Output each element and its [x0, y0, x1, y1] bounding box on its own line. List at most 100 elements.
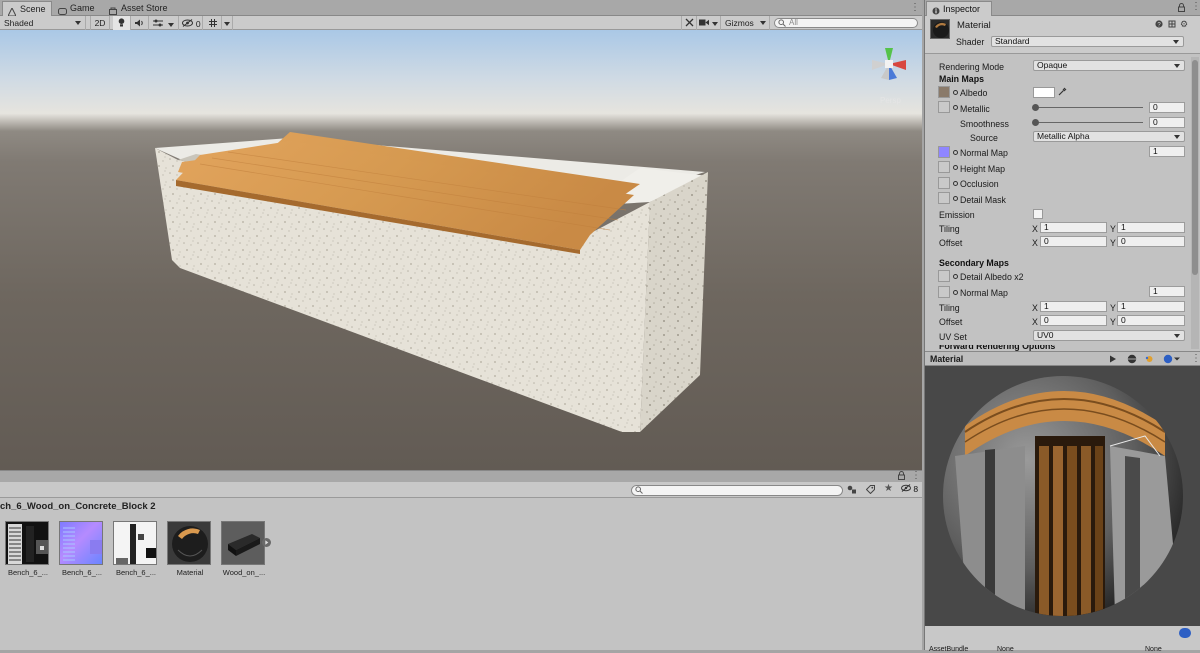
asset-bundle-footer: AssetBundle None None	[925, 626, 1200, 653]
secondary-normal-map-scale-field[interactable]: 1	[1149, 286, 1185, 297]
object-picker-icon[interactable]	[953, 90, 958, 95]
camera-dropdown[interactable]	[697, 16, 721, 30]
tiling-x-field[interactable]: 1	[1040, 222, 1107, 233]
normal-map-texture-slot[interactable]	[938, 146, 950, 158]
expand-prefab-button[interactable]	[262, 538, 271, 547]
secondary-tiling-y-field[interactable]: 1	[1117, 301, 1185, 312]
preview-mesh-dropdown[interactable]	[1163, 354, 1181, 366]
metallic-slider-track[interactable]	[1035, 107, 1143, 108]
asset-item[interactable]: Bench_6_...	[5, 521, 51, 577]
lock-icon[interactable]	[898, 471, 905, 482]
detail-albedo-texture-slot[interactable]	[938, 270, 950, 282]
albedo-texture-slot[interactable]	[938, 86, 950, 98]
tab-scene[interactable]: Scene	[2, 1, 52, 17]
chevron-down-icon	[1174, 64, 1180, 68]
source-dropdown[interactable]: Metallic Alpha	[1033, 131, 1185, 142]
gear-icon[interactable]: ⚙	[1180, 19, 1188, 30]
asset-item[interactable]: Bench_6_...	[113, 521, 159, 577]
offset-y-field[interactable]: 0	[1117, 236, 1185, 247]
uv-set-dropdown[interactable]: UV0	[1033, 330, 1185, 341]
metallic-slider-knob[interactable]	[1032, 104, 1039, 111]
preview-sphere-icon[interactable]	[1127, 354, 1137, 366]
offset-x-label: X	[1032, 238, 1038, 248]
effects-dropdown[interactable]	[149, 16, 179, 30]
scene-search-input[interactable]: All	[774, 18, 918, 28]
eyedropper-icon[interactable]	[1058, 87, 1067, 98]
secondary-offset-x-field[interactable]: 0	[1040, 315, 1107, 326]
toggle-2d-button[interactable]: 2D	[90, 16, 110, 30]
preset-icon[interactable]	[1168, 20, 1176, 30]
tab-game[interactable]: Game	[53, 1, 101, 16]
draw-mode-dropdown[interactable]: Shaded	[0, 16, 86, 30]
scene-orientation-gizmo[interactable]: Persp	[864, 42, 914, 105]
breadcrumb[interactable]: ch_6_Wood_on_Concrete_Block 2	[0, 498, 922, 516]
tiling-y-field[interactable]: 1	[1117, 222, 1185, 233]
occlusion-texture-slot[interactable]	[938, 177, 950, 189]
material-thumbnail	[167, 521, 211, 565]
menu-dots-icon[interactable]: ⋮	[1191, 353, 1200, 364]
audio-toggle-button[interactable]	[131, 16, 149, 30]
emission-checkbox[interactable]	[1033, 209, 1043, 219]
grid-options-dropdown[interactable]	[222, 16, 233, 30]
object-name: Material	[957, 20, 991, 31]
asset-label: Wood_on_...	[222, 568, 266, 577]
secondary-normal-map-label: Normal Map	[960, 288, 1008, 298]
preview-collapse-icon[interactable]	[1179, 628, 1191, 638]
offset-x-field[interactable]: 0	[1040, 236, 1107, 247]
metallic-value-field[interactable]: 0	[1149, 102, 1185, 113]
filter-by-type-icon[interactable]	[847, 485, 857, 496]
tab-inspector[interactable]: Inspector	[926, 1, 992, 16]
secondary-normal-map-slot[interactable]	[938, 286, 950, 298]
detail-mask-texture-slot[interactable]	[938, 192, 950, 204]
lock-icon[interactable]	[1178, 3, 1185, 14]
object-picker-icon[interactable]	[953, 274, 958, 279]
height-map-texture-slot[interactable]	[938, 161, 950, 173]
label-tag-icon[interactable]	[865, 485, 875, 496]
chevron-down-icon	[1174, 135, 1180, 139]
secondary-tiling-y-label: Y	[1110, 303, 1116, 313]
tab-asset-store[interactable]: Asset Store	[104, 1, 174, 16]
metallic-texture-slot[interactable]	[938, 101, 950, 113]
grid-dropdown[interactable]	[205, 16, 222, 30]
uv-set-label: UV Set	[939, 332, 967, 342]
scene-viewport[interactable]: Persp	[0, 30, 922, 470]
smoothness-value-field[interactable]: 0	[1149, 117, 1185, 128]
object-picker-icon[interactable]	[953, 290, 958, 295]
smoothness-slider-track[interactable]	[1035, 122, 1143, 123]
help-icon[interactable]: ?	[1155, 20, 1163, 30]
asset-item[interactable]: Material	[167, 521, 213, 577]
secondary-tiling-x-field[interactable]: 1	[1040, 301, 1107, 312]
chevron-down-icon	[75, 21, 81, 25]
menu-dots-icon[interactable]: ⋮	[911, 470, 921, 481]
material-preview[interactable]	[925, 366, 1200, 626]
secondary-offset-y-field[interactable]: 0	[1117, 315, 1185, 326]
asset-item[interactable]: Bench_6_...	[59, 521, 105, 577]
asset-item[interactable]: Wood_on_...	[221, 521, 267, 577]
object-picker-icon[interactable]	[953, 150, 958, 155]
game-tab-icon	[58, 5, 67, 15]
project-search-input[interactable]	[631, 485, 843, 496]
normal-map-scale-field[interactable]: 1	[1149, 146, 1185, 157]
inspector-scrollbar-thumb[interactable]	[1192, 60, 1198, 275]
normal-map-label: Normal Map	[960, 148, 1008, 158]
scene-visibility-button[interactable]: 0	[181, 16, 203, 30]
object-picker-icon[interactable]	[953, 196, 958, 201]
object-picker-icon[interactable]	[953, 105, 958, 110]
smoothness-slider-knob[interactable]	[1032, 119, 1039, 126]
preview-lighting-icon[interactable]	[1144, 354, 1155, 366]
hidden-packages-button[interactable]: 8	[901, 484, 918, 494]
play-icon[interactable]	[1109, 355, 1117, 365]
lighting-toggle-button[interactable]	[113, 16, 131, 30]
object-picker-icon[interactable]	[953, 181, 958, 186]
object-picker-icon[interactable]	[953, 165, 958, 170]
albedo-color-field[interactable]	[1033, 87, 1055, 98]
height-map-label: Height Map	[960, 164, 1005, 174]
gizmos-dropdown[interactable]: Gizmos	[722, 16, 770, 30]
favorite-star-icon[interactable]: ★	[884, 483, 893, 494]
menu-dots-icon[interactable]: ⋮	[1191, 1, 1200, 12]
tools-button[interactable]	[681, 16, 697, 30]
shader-dropdown[interactable]: Standard	[991, 36, 1184, 47]
menu-dots-icon[interactable]: ⋮	[910, 2, 920, 13]
main-maps-header: Main Maps	[939, 74, 984, 84]
rendering-mode-dropdown[interactable]: Opaque	[1033, 60, 1185, 71]
